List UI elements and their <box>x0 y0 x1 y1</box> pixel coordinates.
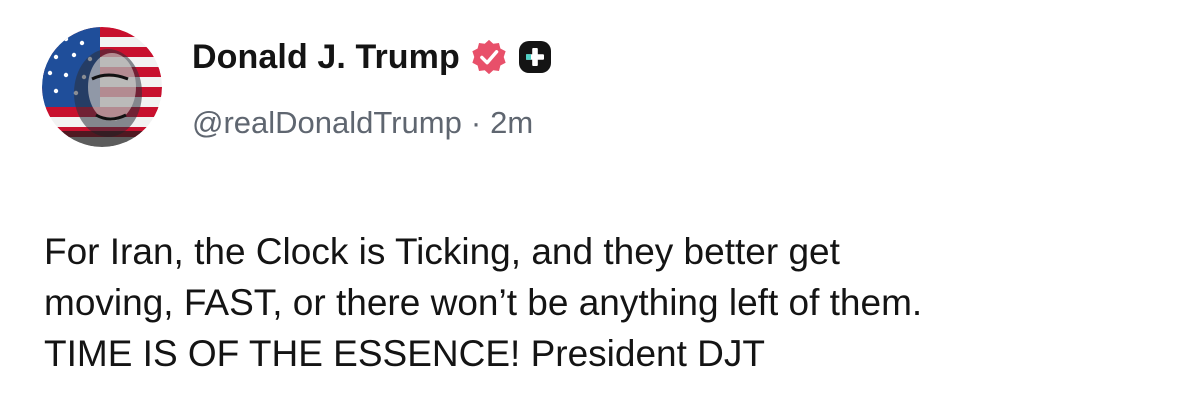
post-line: TIME IS OF THE ESSENCE! President DJT <box>44 333 765 374</box>
post-card: Donald J. Trump @realDonaldTrump · 2m Fo… <box>0 0 1200 419</box>
post-line: moving, FAST, or there won’t be anything… <box>44 282 923 323</box>
flag-portrait-avatar-icon <box>42 27 162 147</box>
display-name[interactable]: Donald J. Trump <box>192 38 460 77</box>
avatar[interactable] <box>42 27 162 147</box>
post-body: For Iran, the Clock is Ticking, and they… <box>44 226 1184 379</box>
plus-badge-icon[interactable] <box>518 40 552 74</box>
handle-row: @realDonaldTrump · 2m <box>192 101 533 145</box>
verified-badge-icon <box>470 38 508 76</box>
name-row: Donald J. Trump <box>192 32 552 82</box>
separator-dot: · <box>470 105 482 140</box>
user-handle[interactable]: @realDonaldTrump <box>192 105 462 141</box>
post-timestamp[interactable]: 2m <box>490 105 533 141</box>
post-line: For Iran, the Clock is Ticking, and they… <box>44 231 840 272</box>
